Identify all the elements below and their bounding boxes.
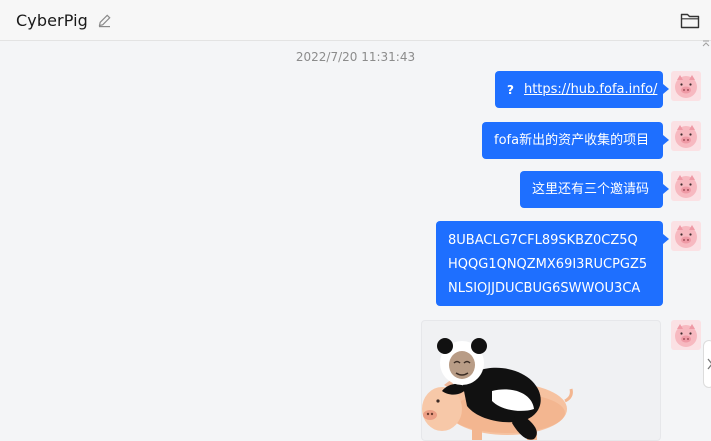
chevron-right-icon <box>707 358 711 370</box>
panda-riding-pig-sticker <box>422 338 573 440</box>
chat-title: CyberPig <box>16 11 88 30</box>
message-bubble-codes[interactable]: 8UBACLG7CFL89SKBZ0CZ5Q HQQG1QNQZMX69I3RU… <box>436 221 669 306</box>
question-icon: ? <box>507 83 514 97</box>
pencil-icon[interactable] <box>97 13 112 28</box>
side-panel-toggle[interactable] <box>703 340 711 388</box>
collapse-icon[interactable] <box>701 40 711 48</box>
chat-window: CyberPig 2022/7/20 11:31:43 ? https://hu… <box>0 0 711 441</box>
message-bubble-link[interactable]: ? https://hub.fofa.info/ <box>495 71 669 108</box>
link-row: ? https://hub.fofa.info/ <box>507 81 657 99</box>
invite-code-line: HQQG1QNQZMX69I3RUCPGZ5 <box>448 257 648 272</box>
message-bubble[interactable]: 这里还有三个邀请码 <box>520 171 669 208</box>
invite-code-line: NLSIOJJDUCBUG6SWWOU3CA <box>448 281 641 296</box>
user-avatar[interactable] <box>671 121 701 151</box>
message-bubble[interactable]: fofa新出的资产收集的项目 <box>482 122 669 159</box>
user-avatar[interactable] <box>671 71 701 101</box>
folder-icon[interactable] <box>680 12 700 29</box>
message-link[interactable]: https://hub.fofa.info/ <box>524 81 657 99</box>
message-timestamp: 2022/7/20 11:31:43 <box>295 50 416 64</box>
message-image[interactable] <box>421 320 661 441</box>
user-avatar[interactable] <box>671 171 701 201</box>
user-avatar[interactable] <box>671 221 701 251</box>
chat-header: CyberPig <box>0 0 711 41</box>
user-avatar[interactable] <box>671 320 701 350</box>
invite-code-line: 8UBACLG7CFL89SKBZ0CZ5Q <box>448 233 638 248</box>
